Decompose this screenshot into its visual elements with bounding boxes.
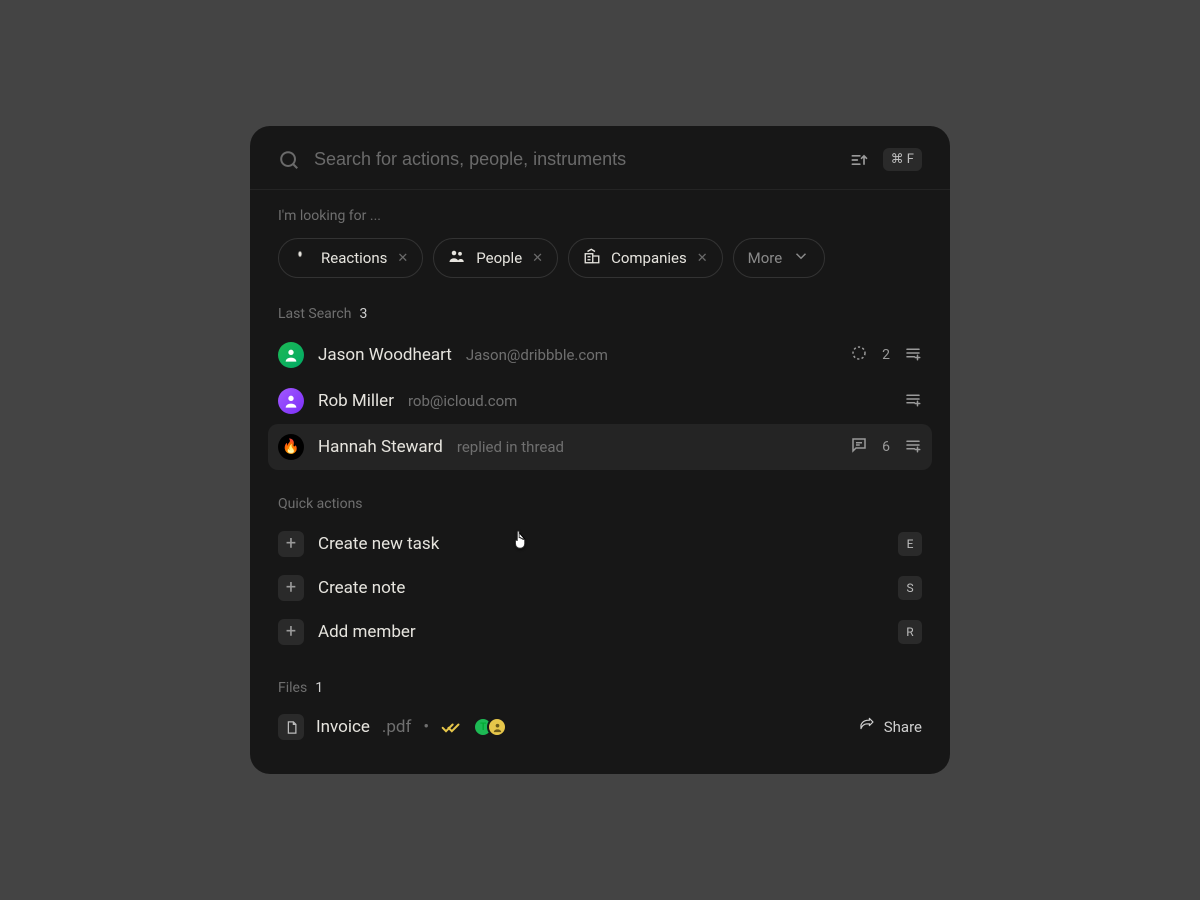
building-icon: [583, 247, 601, 269]
plus-icon: +: [278, 575, 304, 601]
chip-more[interactable]: More: [733, 238, 826, 278]
result-name: Jason Woodheart: [318, 345, 452, 365]
document-icon: [278, 714, 304, 740]
separator-dot: •: [423, 717, 429, 737]
last-search-label: Last Search: [278, 306, 351, 322]
quick-action-create-task[interactable]: + Create new task E: [278, 522, 922, 566]
add-to-list-icon[interactable]: [904, 344, 922, 367]
add-to-list-icon[interactable]: [904, 436, 922, 459]
search-icon: [278, 149, 300, 171]
message-icon: [850, 436, 868, 459]
chevron-down-icon: [792, 247, 810, 269]
plus-icon: +: [278, 619, 304, 645]
double-check-icon: [441, 717, 461, 737]
avatar-small: [487, 717, 507, 737]
file-ext: .pdf: [382, 717, 412, 737]
quick-action-label: Create new task: [318, 534, 439, 554]
dashed-circle-icon: [850, 344, 868, 367]
people-icon: [448, 247, 466, 269]
share-button[interactable]: Share: [858, 716, 922, 738]
avatar: [278, 388, 304, 414]
quick-action-label: Create note: [318, 578, 405, 598]
looking-for-label: I'm looking for ...: [278, 208, 922, 224]
search-result-row[interactable]: Rob Miller rob@icloud.com: [268, 378, 932, 424]
plus-icon: +: [278, 531, 304, 557]
files-label: Files: [278, 680, 307, 696]
sort-toggle[interactable]: [849, 150, 869, 170]
result-meta: replied in thread: [457, 438, 564, 456]
add-to-list-icon[interactable]: [904, 390, 922, 413]
command-palette: ⌘ F I'm looking for ... Reactions ✕ Peop…: [250, 126, 950, 774]
thread-count: 6: [882, 439, 890, 455]
search-result-row[interactable]: Jason Woodheart Jason@dribbble.com 2: [268, 332, 932, 378]
divider: [250, 189, 950, 190]
file-row[interactable]: Invoice .pdf • T Share: [278, 706, 922, 748]
chip-remove-icon[interactable]: ✕: [532, 251, 543, 266]
file-name: Invoice: [316, 717, 370, 737]
chip-people[interactable]: People ✕: [433, 238, 558, 278]
chip-label: People: [476, 249, 522, 267]
quick-actions-heading: Quick actions: [278, 496, 922, 512]
result-meta: rob@icloud.com: [408, 392, 517, 410]
last-search-heading: Last Search 3: [278, 306, 922, 322]
search-input[interactable]: [314, 149, 835, 170]
chip-label: More: [748, 249, 783, 267]
chip-remove-icon[interactable]: ✕: [697, 251, 708, 266]
shortcut-key: S: [898, 576, 922, 600]
quick-action-label: Add member: [318, 622, 416, 642]
search-shortcut: ⌘ F: [883, 148, 922, 171]
quick-action-create-note[interactable]: + Create note S: [278, 566, 922, 610]
search-result-row[interactable]: 🔥 Hannah Steward replied in thread 6: [268, 424, 932, 470]
result-name: Rob Miller: [318, 391, 394, 411]
result-meta: Jason@dribbble.com: [466, 346, 608, 364]
quick-action-add-member[interactable]: + Add member R: [278, 610, 922, 654]
filter-chips: Reactions ✕ People ✕ Companies ✕ More: [278, 238, 922, 278]
chip-remove-icon[interactable]: ✕: [397, 251, 408, 266]
shortcut-key: R: [898, 620, 922, 644]
result-name: Hannah Steward: [318, 437, 443, 457]
last-search-count: 3: [359, 306, 367, 322]
chip-label: Reactions: [321, 249, 387, 267]
shortcut-key: E: [898, 532, 922, 556]
share-label: Share: [884, 718, 922, 736]
avatar-group: T: [473, 717, 507, 737]
chip-companies[interactable]: Companies ✕: [568, 238, 723, 278]
share-icon: [858, 716, 876, 738]
avatar: 🔥: [278, 434, 304, 460]
avatar: [278, 342, 304, 368]
chip-label: Companies: [611, 249, 687, 267]
badge-count: 2: [882, 347, 890, 363]
quick-actions-label: Quick actions: [278, 496, 363, 512]
chip-reactions[interactable]: Reactions ✕: [278, 238, 423, 278]
files-heading: Files 1: [278, 680, 922, 696]
clap-icon: [293, 247, 311, 269]
search-row: ⌘ F: [250, 126, 950, 189]
files-count: 1: [315, 680, 323, 696]
